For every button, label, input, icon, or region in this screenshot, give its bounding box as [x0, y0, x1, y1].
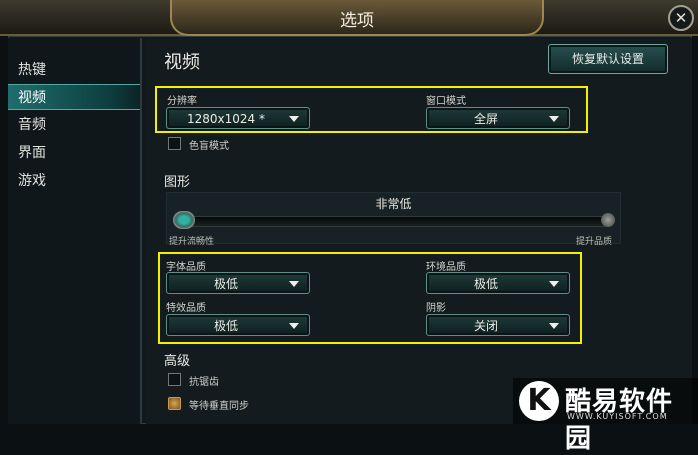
slider-end-cap — [601, 213, 615, 227]
effects-quality-dropdown[interactable]: 极低 — [166, 314, 310, 336]
chevron-down-icon — [549, 116, 559, 122]
chevron-down-icon — [549, 323, 559, 329]
environment-quality-value: 极低 — [473, 277, 498, 291]
sidebar: 热键 视频 音频 界面 游戏 — [8, 38, 142, 424]
character-quality-value: 极低 — [213, 277, 238, 291]
title-plate: 选项 — [170, 0, 544, 36]
window-mode-value: 全屏 — [473, 112, 498, 126]
slider-left-label: 提升流畅性 — [169, 237, 215, 247]
shadows-value: 关闭 — [473, 319, 498, 333]
chevron-down-icon — [549, 281, 559, 287]
vsync-label: 等待垂直同步 — [189, 401, 249, 412]
sidebar-item-hotkeys[interactable]: 热键 — [8, 57, 140, 83]
shadows-dropdown[interactable]: 关闭 — [426, 314, 570, 336]
watermark-url: WWW.KUYISOFT.COM — [567, 412, 668, 421]
graphics-quality-slider[interactable]: 非常低 提升流畅性 提升品质 — [166, 192, 621, 247]
window-mode-label: 窗口模式 — [426, 96, 466, 107]
restore-defaults-button[interactable]: 恢复默认设置 — [548, 44, 668, 74]
antialiasing-label: 抗锯齿 — [189, 377, 219, 388]
resolution-label: 分辨率 — [167, 96, 197, 107]
sidebar-item-interface[interactable]: 界面 — [8, 140, 140, 166]
effects-quality-value: 极低 — [213, 319, 238, 333]
sidebar-item-audio[interactable]: 音频 — [8, 112, 140, 138]
slider-track[interactable] — [179, 216, 612, 227]
colorblind-checkbox[interactable] — [168, 137, 181, 150]
antialiasing-checkbox[interactable] — [168, 373, 181, 386]
resolution-dropdown[interactable]: 1280x1024 * — [166, 107, 310, 129]
environment-quality-dropdown[interactable]: 极低 — [426, 272, 570, 294]
slider-right-label: 提升品质 — [575, 237, 612, 247]
effects-quality-label: 特效品质 — [166, 303, 206, 314]
colorblind-label: 色盲模式 — [189, 141, 229, 152]
chevron-down-icon — [289, 116, 299, 122]
graphics-section-title: 图形 — [164, 175, 191, 190]
title-bar: 选项 ✕ — [0, 0, 698, 36]
sidebar-item-game[interactable]: 游戏 — [8, 168, 140, 194]
advanced-section-title: 高级 — [164, 354, 191, 369]
video-section-title: 视频 — [164, 52, 200, 73]
shadows-label: 阴影 — [426, 303, 446, 314]
window-title: 选项 — [340, 11, 374, 31]
watermark-logo-icon: K — [519, 381, 559, 421]
character-quality-dropdown[interactable]: 极低 — [166, 272, 310, 294]
sidebar-item-video[interactable]: 视频 — [8, 84, 140, 110]
chevron-down-icon — [289, 323, 299, 329]
environment-quality-label: 环境品质 — [426, 262, 466, 273]
window-mode-dropdown[interactable]: 全屏 — [426, 107, 570, 129]
vsync-checkbox[interactable] — [168, 397, 181, 410]
resolution-value: 1280x1024 * — [187, 112, 265, 126]
watermark: K 酷易软件园 WWW.KUYISOFT.COM — [513, 378, 698, 454]
slider-handle[interactable] — [173, 211, 195, 229]
character-quality-label: 字体品质 — [166, 262, 206, 273]
close-button[interactable]: ✕ — [668, 5, 694, 31]
graphics-quality-value: 非常低 — [375, 197, 412, 211]
chevron-down-icon — [289, 281, 299, 287]
